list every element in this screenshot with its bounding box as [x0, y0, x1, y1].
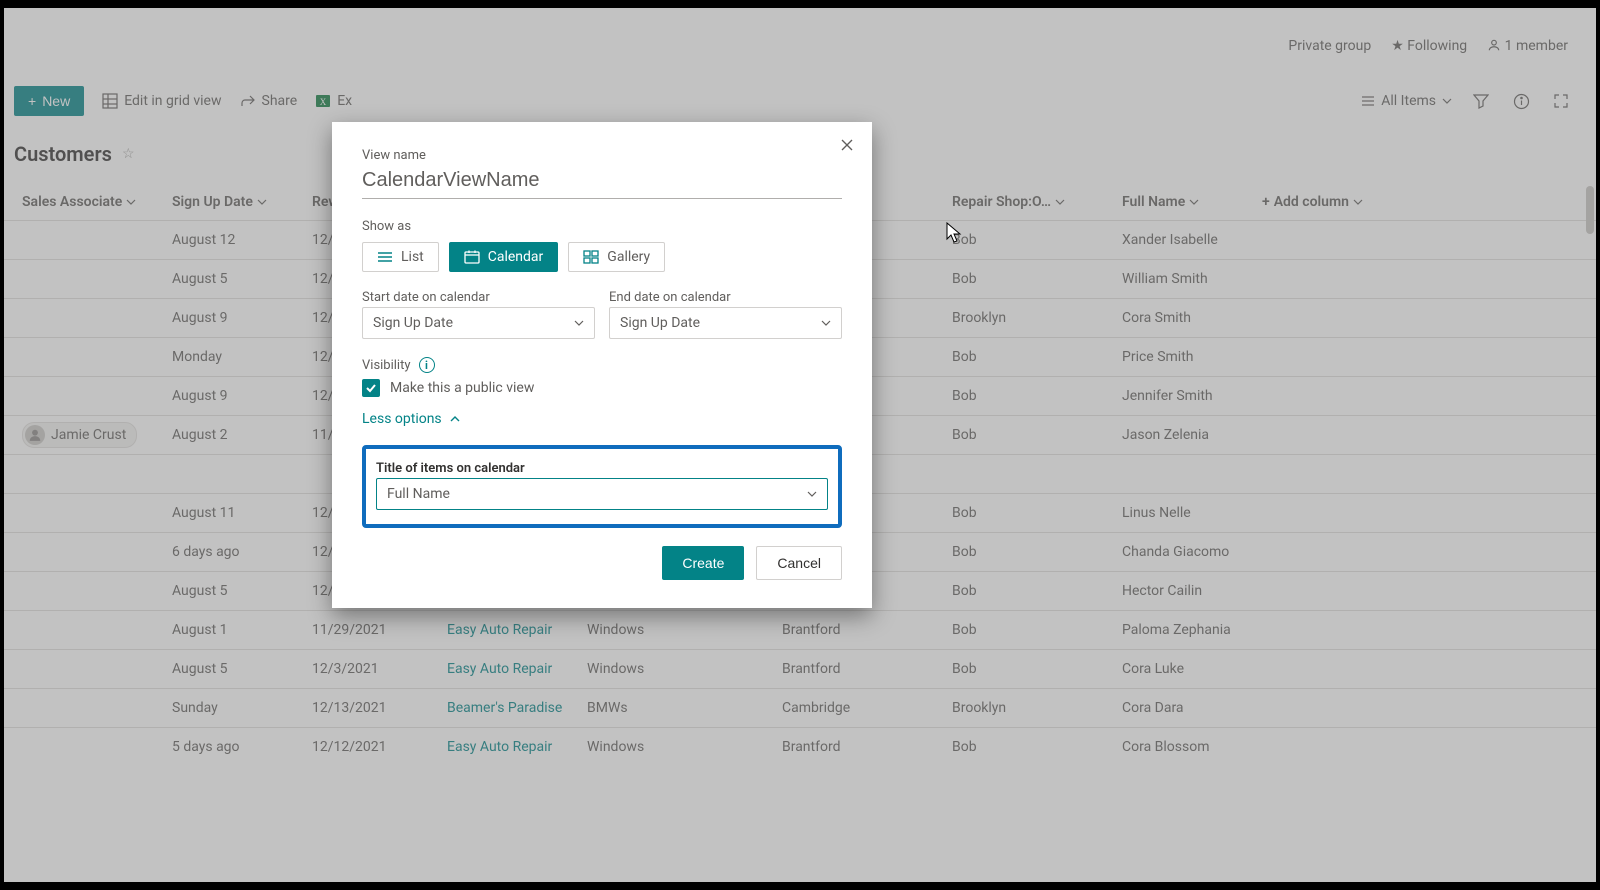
show-as-calendar[interactable]: Calendar [449, 242, 559, 272]
end-date-label: End date on calendar [609, 290, 842, 305]
view-name-input[interactable] [362, 165, 842, 199]
calendar-icon [464, 250, 480, 264]
cancel-button[interactable]: Cancel [756, 546, 842, 580]
show-as-list[interactable]: List [362, 242, 439, 272]
visibility-label: Visibility [362, 358, 411, 373]
chevron-down-icon [807, 489, 817, 499]
public-view-label: Make this a public view [390, 380, 534, 396]
create-view-dialog: View name Show as List Calendar Gallery … [332, 122, 872, 608]
list-icon [377, 251, 393, 263]
start-date-select[interactable]: Sign Up Date [362, 307, 595, 339]
title-items-label: Title of items on calendar [376, 461, 828, 476]
visibility-info-icon[interactable]: i [419, 357, 435, 373]
view-name-label: View name [362, 148, 842, 163]
chevron-down-icon [821, 318, 831, 328]
close-button[interactable] [840, 138, 854, 156]
chevron-down-icon [574, 318, 584, 328]
title-items-select[interactable]: Full Name [376, 478, 828, 510]
gallery-icon [583, 250, 599, 264]
close-icon [840, 138, 854, 152]
title-of-items-highlight: Title of items on calendar Full Name [362, 445, 842, 528]
chevron-up-icon [450, 414, 460, 424]
end-date-select[interactable]: Sign Up Date [609, 307, 842, 339]
show-as-label: Show as [362, 219, 842, 234]
check-icon [365, 382, 377, 394]
show-as-gallery[interactable]: Gallery [568, 242, 665, 272]
public-view-checkbox[interactable] [362, 379, 380, 397]
less-options-toggle[interactable]: Less options [362, 411, 842, 427]
start-date-label: Start date on calendar [362, 290, 595, 305]
create-button[interactable]: Create [662, 546, 744, 580]
